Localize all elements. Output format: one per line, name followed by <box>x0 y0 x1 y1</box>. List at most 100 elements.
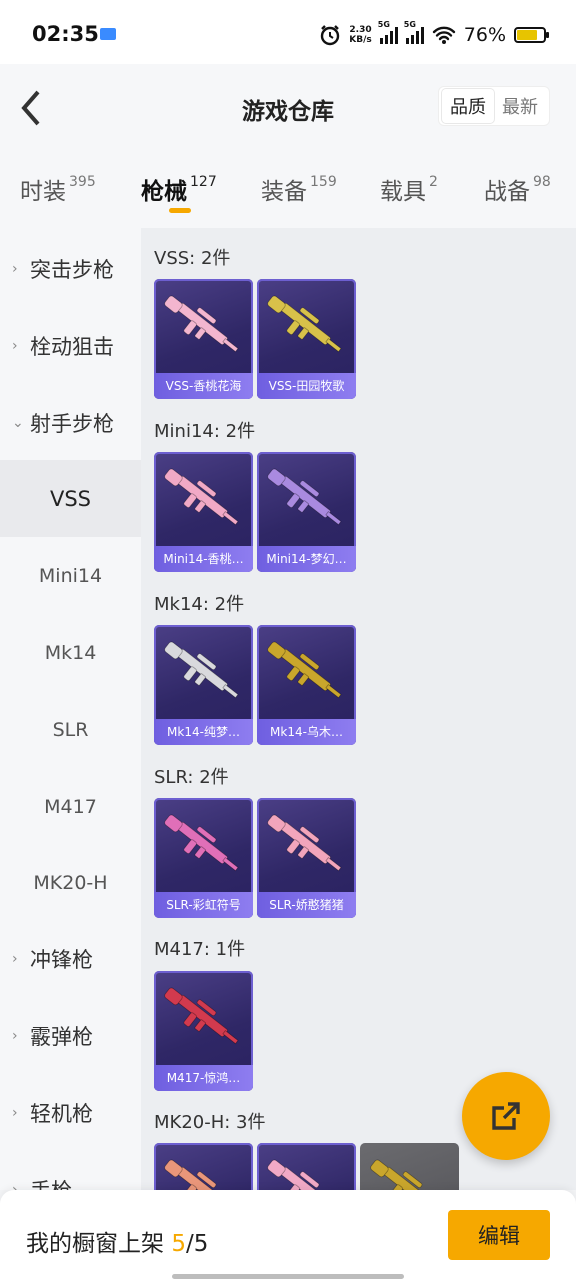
tab-label: 时装 <box>20 179 66 205</box>
tab-gear[interactable]: 战备 98 <box>484 172 551 212</box>
weapon-type-sidebar: › 突击步枪 › 栓动狙击 ⌄ 射手步枪 VSS Mini14 Mk14 SLR… <box>0 228 141 1190</box>
weapon-name: SLR-娇憨猪猪 <box>257 892 356 918</box>
weapon-card[interactable]: Mini14-梦幻… <box>257 452 356 572</box>
tab-label: 枪械 <box>141 179 187 205</box>
showcase-capacity: 5 <box>193 1231 209 1257</box>
weapon-name: SLR-彩虹符号 <box>154 892 253 918</box>
sidebar-item-label: 射手步枪 <box>30 411 114 436</box>
tab-fashion[interactable]: 时装 395 <box>20 172 96 212</box>
share-fab[interactable] <box>462 1072 550 1160</box>
sidebar-subitem-mini14[interactable]: Mini14 <box>0 537 141 614</box>
app-root: 02:35 2.30 KB/s 5G 5G 76% 游戏仓库 品质 最新 时装 … <box>0 0 576 1280</box>
back-icon[interactable] <box>16 88 48 128</box>
weapon-card[interactable]: Mk14-乌木… <box>257 625 356 745</box>
weapon-card[interactable]: M417-惊鸿… <box>154 971 253 1091</box>
sidebar-item-label: 突击步枪 <box>30 257 114 282</box>
sidebar-item-label: 轻机枪 <box>30 1101 93 1126</box>
sidebar-item-lmgs[interactable]: › 轻机枪 <box>0 1074 141 1151</box>
sidebar-item-pistols[interactable]: › 手枪 <box>0 1151 141 1191</box>
signal-icon: 5G <box>404 20 424 44</box>
tab-count: 2 <box>429 174 438 190</box>
net-speed-unit: KB/s <box>349 35 372 45</box>
tab-label: 装备 <box>261 179 307 205</box>
weapon-card[interactable]: Mini14-香桃… <box>154 452 253 572</box>
weapon-card[interactable]: VSS-田园牧歌 <box>257 279 356 399</box>
sort-toggle: 品质 最新 <box>438 86 550 126</box>
status-bar: 02:35 2.30 KB/s 5G 5G 76% <box>0 0 576 64</box>
tab-equipment[interactable]: 装备 159 <box>261 172 337 212</box>
weapon-image <box>164 468 239 526</box>
weapon-card[interactable] <box>154 1143 253 1190</box>
weapon-image <box>164 987 239 1045</box>
weapon-grid: VSS: 2件 VSS-香桃花海 VSS-田园牧歌 Mini14: 2件 Min… <box>141 228 576 1190</box>
status-right: 2.30 KB/s 5G 5G 76% <box>319 20 549 48</box>
sim2-label: 5G <box>403 20 416 29</box>
edit-button[interactable]: 编辑 <box>448 1210 550 1260</box>
weapon-card[interactable] <box>257 1143 356 1190</box>
sidebar-item-smgs[interactable]: › 冲锋枪 <box>0 920 141 997</box>
sidebar-item-bolt-snipers[interactable]: › 栓动狙击 <box>0 307 141 384</box>
weapon-card[interactable]: Mk14-纯梦… <box>154 625 253 745</box>
group-title: M417: 1件 <box>154 939 246 960</box>
tab-firearms[interactable]: 枪械 127 <box>141 172 217 213</box>
sidebar-item-label: 栓动狙击 <box>30 334 114 359</box>
chevron-down-icon: ⌄ <box>12 414 24 431</box>
weapon-image <box>267 468 342 526</box>
alarm-icon <box>321 25 340 46</box>
chevron-right-icon: › <box>12 1104 18 1121</box>
weapon-image <box>267 1159 331 1190</box>
weapon-name: Mk14-乌木… <box>257 719 356 745</box>
showcase-label: 我的橱窗上架 <box>26 1231 172 1257</box>
sort-latest-button[interactable]: 最新 <box>494 89 546 123</box>
battery-icon <box>514 27 549 43</box>
weapon-card[interactable]: SLR-彩虹符号 <box>154 798 253 918</box>
sidebar-subitem-mk20h[interactable]: MK20-H <box>0 844 141 921</box>
sidebar-item-label: 霰弹枪 <box>30 1024 93 1049</box>
app-notification-icon <box>100 28 116 40</box>
net-speed: 2.30 KB/s <box>349 25 371 45</box>
weapon-card[interactable]: VSS-香桃花海 <box>154 279 253 399</box>
tab-label: 载具 <box>380 179 426 205</box>
group-title: Mini14: 2件 <box>154 421 256 442</box>
chevron-right-icon: › <box>12 337 18 354</box>
chevron-right-icon: › <box>12 260 18 277</box>
weapon-name: Mini14-梦幻… <box>257 546 356 572</box>
weapon-card[interactable]: SLR-娇憨猪猪 <box>257 798 356 918</box>
status-time: 02:35 <box>32 22 99 46</box>
sidebar-item-label: 冲锋枪 <box>30 947 93 972</box>
showcase-separator: / <box>185 1231 194 1257</box>
weapon-image <box>267 641 342 699</box>
tab-count: 98 <box>533 174 551 190</box>
sidebar-subitem-mk14[interactable]: Mk14 <box>0 614 141 691</box>
sidebar-item-label: 手枪 <box>30 1175 72 1191</box>
wifi-icon <box>432 26 455 44</box>
showcase-status: 我的橱窗上架 5/5 <box>26 1224 208 1258</box>
sidebar-subitem-m417[interactable]: M417 <box>0 768 141 845</box>
sidebar-item-assault-rifles[interactable]: › 突击步枪 <box>0 230 141 307</box>
weapon-name: VSS-香桃花海 <box>154 373 253 399</box>
active-tab-indicator <box>169 208 191 213</box>
tab-count: 127 <box>190 174 217 190</box>
sidebar-subitem-vss[interactable]: VSS <box>0 460 141 537</box>
weapon-card[interactable] <box>360 1143 459 1190</box>
group-title: SLR: 2件 <box>154 767 229 788</box>
group-title: VSS: 2件 <box>154 248 231 269</box>
weapon-name: Mk14-纯梦… <box>154 719 253 745</box>
weapon-image <box>164 814 239 872</box>
net-speed-value: 2.30 <box>349 25 372 35</box>
sort-quality-button[interactable]: 品质 <box>442 89 494 123</box>
weapon-image <box>267 295 342 353</box>
weapon-image <box>370 1159 434 1190</box>
tab-label: 战备 <box>484 179 530 205</box>
chevron-right-icon: › <box>12 950 18 967</box>
share-icon <box>492 1102 520 1130</box>
weapon-image <box>164 1159 228 1190</box>
sidebar-subitem-slr[interactable]: SLR <box>0 691 141 768</box>
sidebar-item-shotguns[interactable]: › 霰弹枪 <box>0 997 141 1074</box>
tab-vehicles[interactable]: 载具 2 <box>380 172 438 212</box>
header: 游戏仓库 品质 最新 <box>0 64 576 154</box>
chevron-right-icon: › <box>12 1181 18 1191</box>
sidebar-item-marksman-rifles[interactable]: ⌄ 射手步枪 <box>0 384 141 461</box>
battery-percent: 76% <box>463 24 506 46</box>
signal-icon: 5G <box>378 20 398 44</box>
